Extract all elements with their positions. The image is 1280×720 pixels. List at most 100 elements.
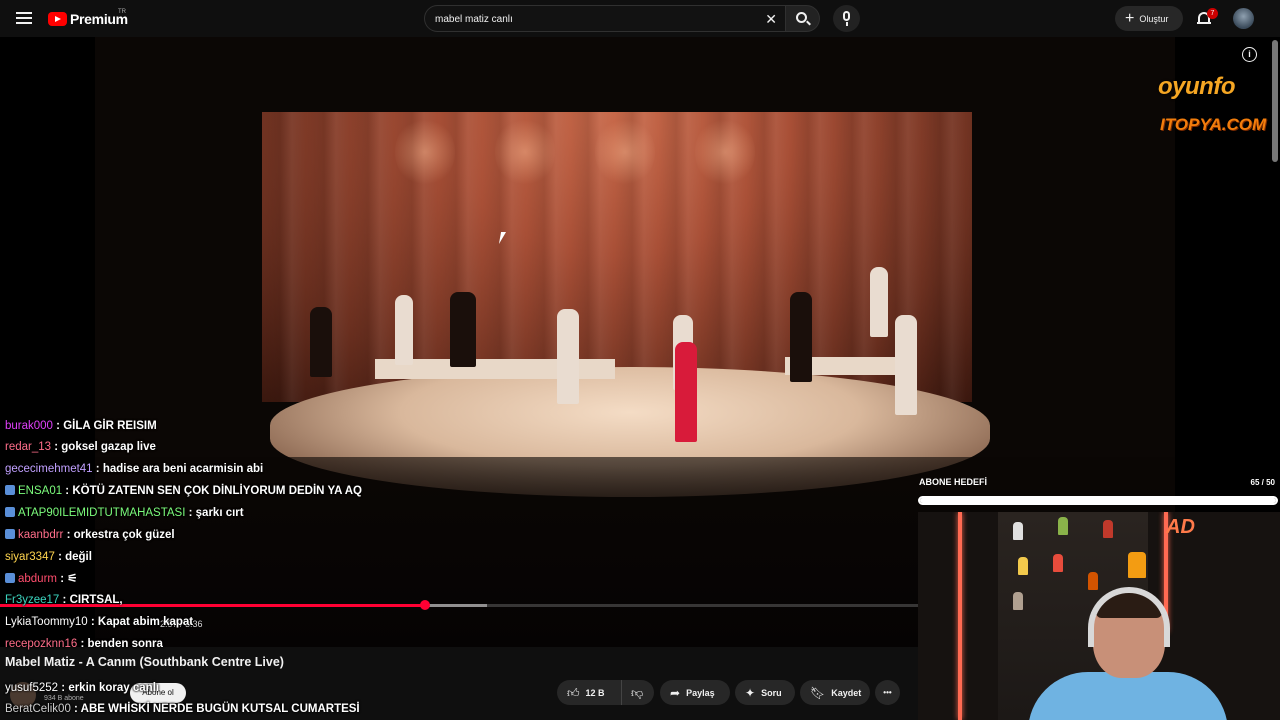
account-avatar[interactable] (1233, 8, 1254, 29)
more-dots-icon: ••• (883, 688, 892, 697)
search-input[interactable] (435, 11, 735, 27)
musician (395, 295, 413, 365)
chat-username[interactable]: yusuf5252 (5, 682, 58, 694)
menu-icon[interactable] (16, 12, 32, 24)
clear-search-icon[interactable]: ✕ (765, 11, 777, 27)
chat-badge-icon (5, 573, 15, 583)
chat-username[interactable]: redar_13 (5, 441, 51, 453)
chat-username[interactable]: LykiaToommy10 (5, 616, 88, 628)
like-count: 12 B (585, 687, 605, 698)
collectible-figure (1058, 517, 1068, 535)
chat-message: Fr3yzee17 : CIRTSAL, (5, 593, 123, 607)
chat-message: ATAP90ILEMIDTUTMAHASTASI : şarkı cırt (5, 506, 244, 520)
musician (310, 307, 332, 377)
chat-username[interactable]: siyar3347 (5, 551, 55, 563)
chat-username[interactable]: recepozknn16 (5, 638, 77, 650)
info-icon[interactable]: i (1242, 47, 1257, 62)
chat-message: abdurm : ⚟ (5, 572, 78, 586)
chat-text: goksel gazap live (61, 441, 156, 453)
chat-message: yusuf5252 : erkin koray canlı (5, 681, 159, 695)
chat-badge-icon (5, 507, 15, 517)
masthead: Premium TR ✕ + Oluştur 7 (0, 0, 1280, 37)
search-icon (796, 12, 807, 23)
chat-username[interactable]: ATAP90ILEMIDTUTMAHASTASI (18, 507, 185, 519)
youtube-play-icon (48, 12, 67, 26)
chat-separator: : (54, 551, 66, 563)
chat-separator: : (63, 529, 74, 541)
bookmark-icon: 🔖︎ (810, 685, 826, 700)
save-button[interactable]: 🔖︎ Kaydet (800, 680, 870, 705)
chat-message: siyar3347 : değil (5, 550, 92, 564)
collectible-figure (1053, 554, 1063, 572)
chat-separator: : (70, 703, 81, 715)
chat-text: KÖTÜ ZATENN SEN ÇOK DİNLİYORUM DEDİN YA … (72, 485, 362, 497)
stage-spotlight (595, 117, 655, 187)
share-button[interactable]: ➦ Paylaş (660, 680, 730, 705)
chat-separator: : (51, 441, 62, 453)
mouse-cursor-icon (498, 232, 512, 244)
chat-message: BeratCelik00 : ABE WHİSKİ NERDE BUGÜN KU… (5, 702, 360, 716)
dislike-button[interactable]: 👎︎ (621, 680, 654, 705)
save-label: Kaydet (831, 687, 862, 698)
chat-separator: : (62, 485, 73, 497)
chat-text: benden sonra (87, 638, 163, 650)
page-scrollbar[interactable] (1272, 40, 1278, 162)
sparkle-icon: ✦ (745, 685, 756, 700)
chat-username[interactable]: ENSA01 (18, 485, 62, 497)
oyunfor-sponsor-logo: oyunfo (1158, 73, 1235, 100)
collectible-figure (1018, 557, 1028, 575)
trophy-figure (1128, 552, 1146, 578)
streamer-logo: AD (1166, 516, 1195, 538)
chat-text: erkin koray canlı (68, 682, 160, 694)
chat-text: hadise ara beni acarmisin abi (102, 463, 264, 475)
create-label: Oluştur (1139, 13, 1169, 24)
subscriber-goal-widget: ABONE HEDEFİ 65 / 50 (918, 474, 1280, 510)
chat-message: recepozknn16 : benden sonra (5, 637, 163, 651)
chat-separator: : (52, 420, 64, 432)
like-button[interactable]: 👍︎ 12 B (557, 680, 621, 705)
lead-singer (675, 342, 697, 442)
itopya-sponsor-logo: ITOPYA.COM (1160, 115, 1267, 134)
chat-separator: : (59, 594, 70, 606)
more-actions-button[interactable]: ••• (875, 680, 900, 705)
chat-text: şarkı cırt (195, 507, 244, 519)
collectible-figure (1013, 592, 1023, 610)
share-arrow-icon: ➦ (670, 685, 681, 700)
neon-light (958, 512, 962, 720)
chat-separator: : (57, 573, 68, 585)
chat-username[interactable]: abdurm (18, 573, 57, 585)
voice-search-button[interactable] (833, 5, 860, 32)
goal-title: ABONE HEDEFİ (919, 477, 988, 487)
chat-separator: : (58, 682, 69, 694)
ask-button[interactable]: ✦ Soru (735, 680, 795, 705)
plus-icon: + (1125, 9, 1135, 27)
chat-text: GİLA GİR REISIM (63, 420, 157, 432)
youtube-premium-logo[interactable]: Premium (48, 10, 128, 28)
chat-username[interactable]: kaanbdrr (18, 529, 63, 541)
musician (450, 292, 476, 367)
chat-message: burak000 : GİLA GİR REISIM (5, 419, 157, 433)
thumbs-up-icon: 👍︎ (567, 685, 580, 700)
progress-scrubber-handle[interactable] (420, 600, 431, 610)
chat-text: CIRTSAL, (69, 594, 123, 606)
chat-username[interactable]: Fr3yzee17 (5, 594, 59, 606)
musician (870, 267, 888, 337)
chat-username[interactable]: gececimehmet41 (5, 463, 93, 475)
chat-separator: : (92, 463, 103, 475)
chat-badge-icon (5, 529, 15, 539)
chat-text: Kapat abim kapat (97, 616, 194, 628)
create-button[interactable]: + Oluştur (1115, 6, 1183, 31)
share-label: Paylaş (686, 687, 715, 698)
chat-separator: : (185, 507, 196, 519)
collectible-figure (1088, 572, 1098, 590)
chat-text: orkestra çok güzel (73, 529, 175, 541)
search-button[interactable] (786, 5, 820, 32)
collectible-figure (1013, 522, 1023, 540)
chat-username[interactable]: burak000 (5, 420, 53, 432)
streamer-webcam: AD (918, 512, 1280, 720)
chat-separator: : (77, 638, 88, 650)
chat-username[interactable]: BeratCelik00 (5, 703, 71, 715)
chat-message: kaanbdrr : orkestra çok güzel (5, 528, 175, 542)
chat-message: redar_13 : goksel gazap live (5, 440, 156, 454)
chat-message: ENSA01 : KÖTÜ ZATENN SEN ÇOK DİNLİYORUM … (5, 484, 362, 498)
